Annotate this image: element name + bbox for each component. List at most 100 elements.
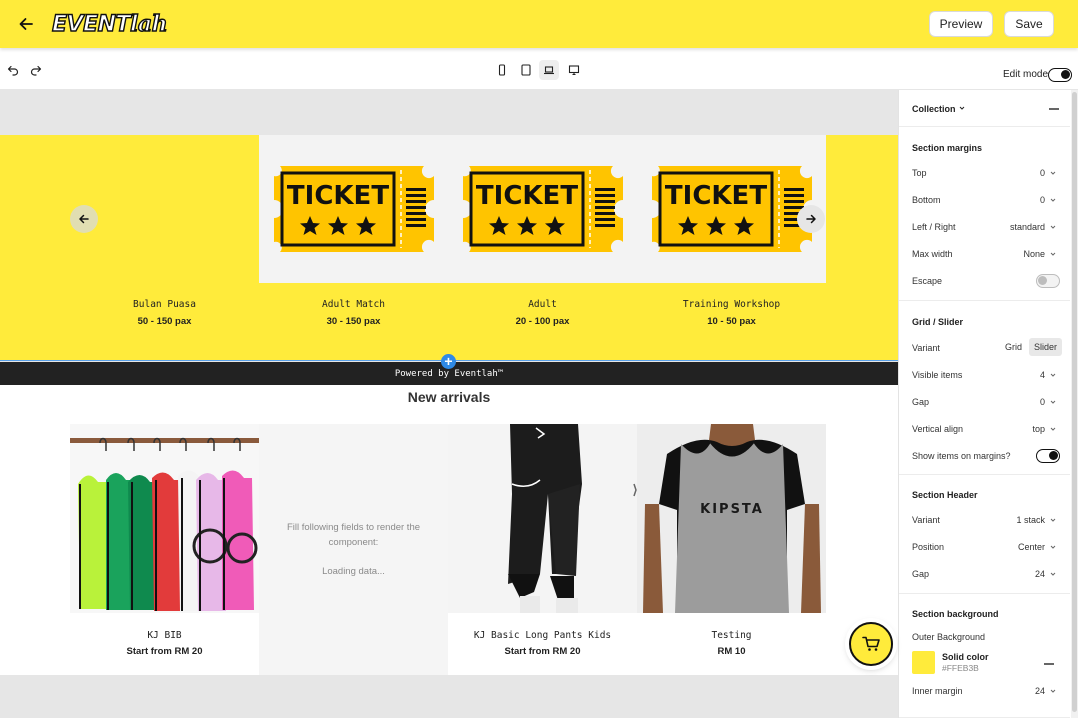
color-hex: #FFEB3B <box>942 663 979 673</box>
product-card[interactable]: KJ BIB Start from RM 20 <box>70 424 259 675</box>
eventlah-logo[interactable]: EVENTlah <box>51 10 168 39</box>
laptop-icon[interactable] <box>539 60 559 80</box>
chevron-down-icon <box>1050 252 1056 256</box>
desktop-icon[interactable] <box>564 60 584 80</box>
tablet-device-icon[interactable] <box>516 60 536 80</box>
variant-label: Variant <box>912 343 940 353</box>
variant-slider-option[interactable]: Slider <box>1029 338 1063 356</box>
collapse-icon[interactable] <box>1049 108 1059 110</box>
card-subtitle: 10 - 50 pax <box>707 316 756 327</box>
collection-card[interactable]: TICKET Adult Match 30 - 150 pax <box>259 135 448 327</box>
chevron-down-icon <box>1050 427 1056 431</box>
color-swatch[interactable] <box>912 651 935 674</box>
section-title: Section background <box>912 609 999 619</box>
margin-bottom-select[interactable]: 0 <box>1040 195 1057 205</box>
chevron-down-icon <box>1050 198 1056 202</box>
margin-top-label: Top <box>912 168 927 178</box>
product-card[interactable]: KIPSTA Testing RM 10 <box>637 424 826 675</box>
remove-color-icon[interactable] <box>1044 663 1054 665</box>
header-variant-label: Variant <box>912 515 940 525</box>
ticket-image: TICKET <box>448 135 637 283</box>
escape-label: Escape <box>912 276 943 286</box>
header-position-label: Position <box>912 542 945 552</box>
section-margins-group: Section margins Top 0 Bottom 0 Left / Ri… <box>899 127 1070 301</box>
chevron-down-icon <box>1050 572 1056 576</box>
margin-top-select[interactable]: 0 <box>1040 168 1057 178</box>
max-width-select[interactable]: None <box>1023 249 1057 259</box>
slider-prev-button[interactable] <box>70 205 98 233</box>
new-arrivals-section[interactable]: New arrivals KJ BIB Start from RM 20 Fil… <box>0 385 898 675</box>
save-button[interactable]: Save <box>1004 11 1054 37</box>
edit-mode-toggle[interactable] <box>1048 68 1072 82</box>
add-section-button[interactable]: + <box>441 354 456 369</box>
bibs-photo <box>70 424 259 613</box>
redo-icon[interactable] <box>26 60 46 80</box>
vertical-align-label: Vertical align <box>912 424 964 434</box>
header-variant-select[interactable]: 1 stack <box>1016 515 1057 525</box>
settings-panel: Collection Section margins Top 0 Bottom … <box>898 90 1070 718</box>
logo-text: EVENT <box>51 11 131 37</box>
gap-select[interactable]: 0 <box>1040 397 1057 407</box>
top-bar: EVENTlah Preview Save <box>0 0 1078 48</box>
section-background-group: Section background Outer Background Soli… <box>899 594 1070 718</box>
card-subtitle: Start from RM 20 <box>126 646 203 657</box>
margin-left-right-label: Left / Right <box>912 222 956 232</box>
header-position-select[interactable]: Center <box>1018 542 1057 552</box>
section-header-group: Section Header Variant 1 stack Position … <box>899 475 1070 594</box>
card-subtitle: 20 - 100 pax <box>515 316 570 327</box>
card-title: Training Workshop <box>682 299 781 310</box>
outer-background-label: Outer Background <box>912 632 986 642</box>
chevron-down-icon <box>1050 400 1056 404</box>
placeholder-card[interactable]: Fill following fields to render the comp… <box>259 424 448 675</box>
header-gap-label: Gap <box>912 569 930 579</box>
collection-card[interactable]: TICKET Adult 20 - 100 pax <box>448 135 637 327</box>
panel-header: Collection <box>899 90 1070 127</box>
show-items-toggle[interactable] <box>1036 449 1060 463</box>
editor-canvas: Bulan Puasa 50 - 150 pax TICKET Adult Ma… <box>0 90 898 718</box>
collection-section[interactable]: Bulan Puasa 50 - 150 pax TICKET Adult Ma… <box>0 135 898 361</box>
section-title: Section margins <box>912 143 983 153</box>
section-title: Section Header <box>912 490 978 500</box>
visible-items-select[interactable]: 4 <box>1040 370 1057 380</box>
slider-next-button[interactable] <box>797 205 825 233</box>
card-subtitle: Start from RM 20 <box>504 646 581 657</box>
chevron-down-icon <box>1050 689 1056 693</box>
back-arrow-icon[interactable] <box>14 12 38 36</box>
edit-mode-label: Edit mode <box>1003 69 1049 80</box>
cart-button[interactable] <box>849 622 893 666</box>
grid-slider-group: Grid / Slider Variant Grid Slider Visibl… <box>899 301 1070 475</box>
visible-items-label: Visible items <box>912 370 963 380</box>
cart-icon <box>862 636 880 651</box>
chevron-down-icon <box>959 106 965 110</box>
preview-button[interactable]: Preview <box>929 11 993 37</box>
undo-icon[interactable] <box>3 60 23 80</box>
ticket-image: TICKET <box>259 135 448 283</box>
ticket-text: TICKET <box>286 181 388 211</box>
chevron-down-icon <box>1050 373 1056 377</box>
kipsta-bib-photo: KIPSTA <box>637 424 826 613</box>
margin-bottom-label: Bottom <box>912 195 941 205</box>
collection-card[interactable]: TICKET Training Workshop 10 - 50 pax <box>637 135 826 327</box>
logo-suffix: lah <box>129 10 168 37</box>
arrow-right-icon <box>806 214 816 224</box>
ticket-image: TICKET <box>637 135 826 283</box>
header-gap-select[interactable]: 24 <box>1035 569 1057 579</box>
mobile-device-icon[interactable] <box>492 60 512 80</box>
chevron-down-icon <box>1050 545 1056 549</box>
product-card[interactable]: KJ Basic Long Pants Kids Start from RM 2… <box>448 424 637 675</box>
variant-grid-option[interactable]: Grid <box>1000 338 1027 356</box>
inner-margin-select[interactable]: 24 <box>1035 686 1057 696</box>
panel-title-dropdown[interactable]: Collection <box>912 104 966 114</box>
chevron-down-icon <box>1050 518 1056 522</box>
section-title: Grid / Slider <box>912 317 964 327</box>
inner-margin-label: Inner margin <box>912 686 963 696</box>
panel-scrollbar[interactable] <box>1071 90 1078 718</box>
margin-left-right-select[interactable]: standard <box>1010 222 1057 232</box>
vertical-align-select[interactable]: top <box>1032 424 1057 434</box>
jersey-text: KIPSTA <box>700 502 764 517</box>
escape-toggle[interactable] <box>1036 274 1060 288</box>
editor-toolbar: Edit mode <box>0 48 1078 90</box>
loading-message: Loading data... <box>322 566 385 577</box>
card-title: Bulan Puasa <box>133 299 196 310</box>
scrollbar-thumb[interactable] <box>1072 92 1077 712</box>
